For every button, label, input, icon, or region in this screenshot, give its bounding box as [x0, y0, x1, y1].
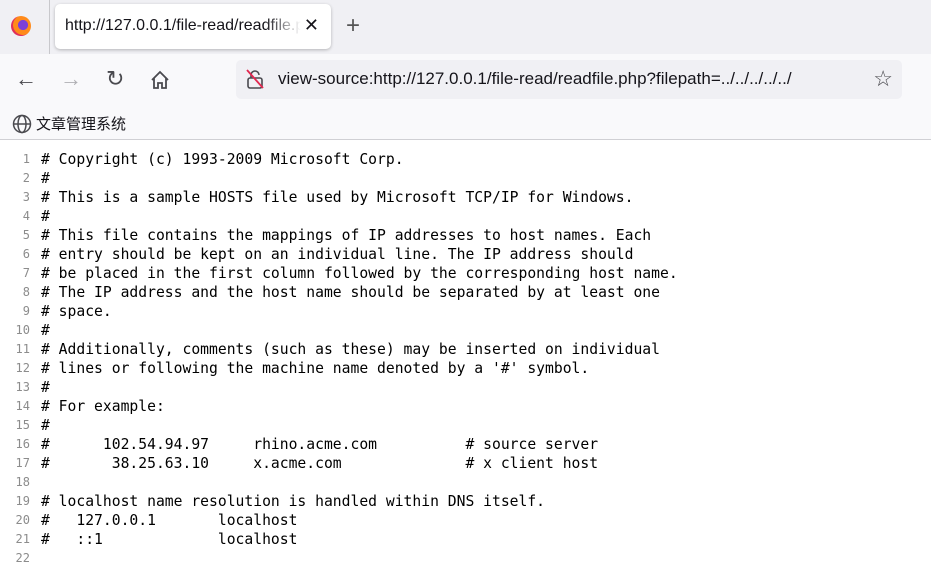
line-number: 8	[22, 285, 30, 299]
source-line: 20 # 127.0.0.1 localhost	[0, 511, 678, 530]
line-number: 7	[22, 266, 30, 280]
line-text: #	[41, 379, 50, 396]
source-line: 6 # entry should be kept on an individual…	[0, 245, 678, 264]
tab-bar: http://127.0.0.1/file-read/readfile.php?…	[0, 0, 931, 54]
new-tab-button[interactable]: +	[346, 12, 360, 40]
line-text: # be placed in the first column followed…	[41, 265, 678, 282]
line-number: 4	[22, 209, 30, 223]
line-number: 21	[15, 532, 30, 546]
divider	[49, 0, 50, 54]
line-number: 19	[15, 494, 30, 508]
source-line: 17 # 38.25.63.10 x.acme.com # x client ho…	[0, 454, 678, 473]
line-text: # 102.54.94.97 rhino.acme.com # source s…	[41, 436, 599, 453]
source-line: 4 #	[0, 207, 678, 226]
line-number: 2	[22, 171, 30, 185]
line-number: 5	[22, 228, 30, 242]
source-line: 9 # space.	[0, 302, 678, 321]
line-text: #	[41, 417, 50, 434]
reload-icon[interactable]: ↻	[106, 66, 124, 92]
source-line: 3 # This is a sample HOSTS file used by M…	[0, 188, 678, 207]
source-view: 1 # Copyright (c) 1993-2009 Microsoft Cor…	[0, 150, 678, 568]
source-line: 10 #	[0, 321, 678, 340]
source-line: 19 # localhost name resolution is handled…	[0, 492, 678, 511]
firefox-icon[interactable]	[11, 16, 31, 36]
source-line: 5 # This file contains the mappings of IP…	[0, 226, 678, 245]
line-number: 22	[15, 551, 30, 565]
back-icon[interactable]: ←	[15, 66, 37, 92]
line-number: 12	[15, 361, 30, 375]
line-text: # localhost name resolution is handled w…	[41, 493, 546, 510]
globe-icon	[12, 114, 32, 133]
tab-title: http://127.0.0.1/file-read/readfile.php?…	[65, 17, 301, 34]
source-line: 8 # The IP address and the host name shou…	[0, 283, 678, 302]
source-line: 21 # ::1 localhost	[0, 530, 678, 549]
source-line: 1 # Copyright (c) 1993-2009 Microsoft Cor…	[0, 150, 678, 169]
line-number: 10	[15, 323, 30, 337]
bookmarks-bar: 文章管理系统	[0, 106, 931, 140]
bookmark-label: 文章管理系统	[36, 116, 127, 133]
line-text: # ::1 localhost	[41, 531, 298, 548]
line-number: 20	[15, 513, 30, 527]
source-line: 11 # Additionally, comments (such as thes…	[0, 340, 678, 359]
line-text: #	[41, 170, 50, 187]
line-text: # For example:	[41, 398, 165, 415]
line-text: #	[41, 208, 50, 225]
line-text: # Copyright (c) 1993-2009 Microsoft Corp…	[41, 151, 404, 168]
line-number: 14	[15, 399, 30, 413]
line-number: 9	[22, 304, 30, 318]
line-number: 11	[15, 342, 30, 356]
line-text: # The IP address and the host name shoul…	[41, 284, 660, 301]
bookmark-item[interactable]: 文章管理系统	[12, 113, 126, 134]
line-number: 3	[22, 190, 30, 204]
home-icon[interactable]	[150, 70, 170, 90]
line-text: # This file contains the mappings of IP …	[41, 227, 652, 244]
source-line: 7 # be placed in the first column followe…	[0, 264, 678, 283]
line-text: # This is a sample HOSTS file used by Mi…	[41, 189, 634, 206]
source-line: 22	[0, 549, 678, 568]
source-line: 13 #	[0, 378, 678, 397]
bookmark-star-icon[interactable]: ☆	[873, 66, 893, 92]
line-text: # entry should be kept on an individual …	[41, 246, 634, 263]
line-text: #	[41, 322, 50, 339]
address-bar[interactable]: view-source:http://127.0.0.1/file-read/r…	[236, 60, 902, 99]
source-line: 18	[0, 473, 678, 492]
line-text: # space.	[41, 303, 112, 320]
url-text[interactable]: view-source:http://127.0.0.1/file-read/r…	[278, 69, 868, 89]
insecure-lock-icon[interactable]	[246, 69, 264, 89]
line-number: 6	[22, 247, 30, 261]
line-text: # 38.25.63.10 x.acme.com # x client host	[41, 455, 599, 472]
source-line: 16 # 102.54.94.97 rhino.acme.com # source…	[0, 435, 678, 454]
line-number: 18	[15, 475, 30, 489]
line-number: 17	[15, 456, 30, 470]
line-text: # lines or following the machine name de…	[41, 360, 590, 377]
source-line: 12 # lines or following the machine name …	[0, 359, 678, 378]
line-number: 16	[15, 437, 30, 451]
source-line: 15 #	[0, 416, 678, 435]
line-text: # Additionally, comments (such as these)…	[41, 341, 660, 358]
source-line: 2 #	[0, 169, 678, 188]
line-number: 1	[22, 152, 30, 166]
source-line: 14 # For example:	[0, 397, 678, 416]
line-number: 13	[15, 380, 30, 394]
line-text: # 127.0.0.1 localhost	[41, 512, 298, 529]
close-tab-icon[interactable]: ✕	[304, 15, 319, 36]
active-tab[interactable]: http://127.0.0.1/file-read/readfile.php?…	[55, 4, 331, 49]
forward-icon[interactable]: →	[60, 66, 82, 92]
line-number: 15	[15, 418, 30, 432]
